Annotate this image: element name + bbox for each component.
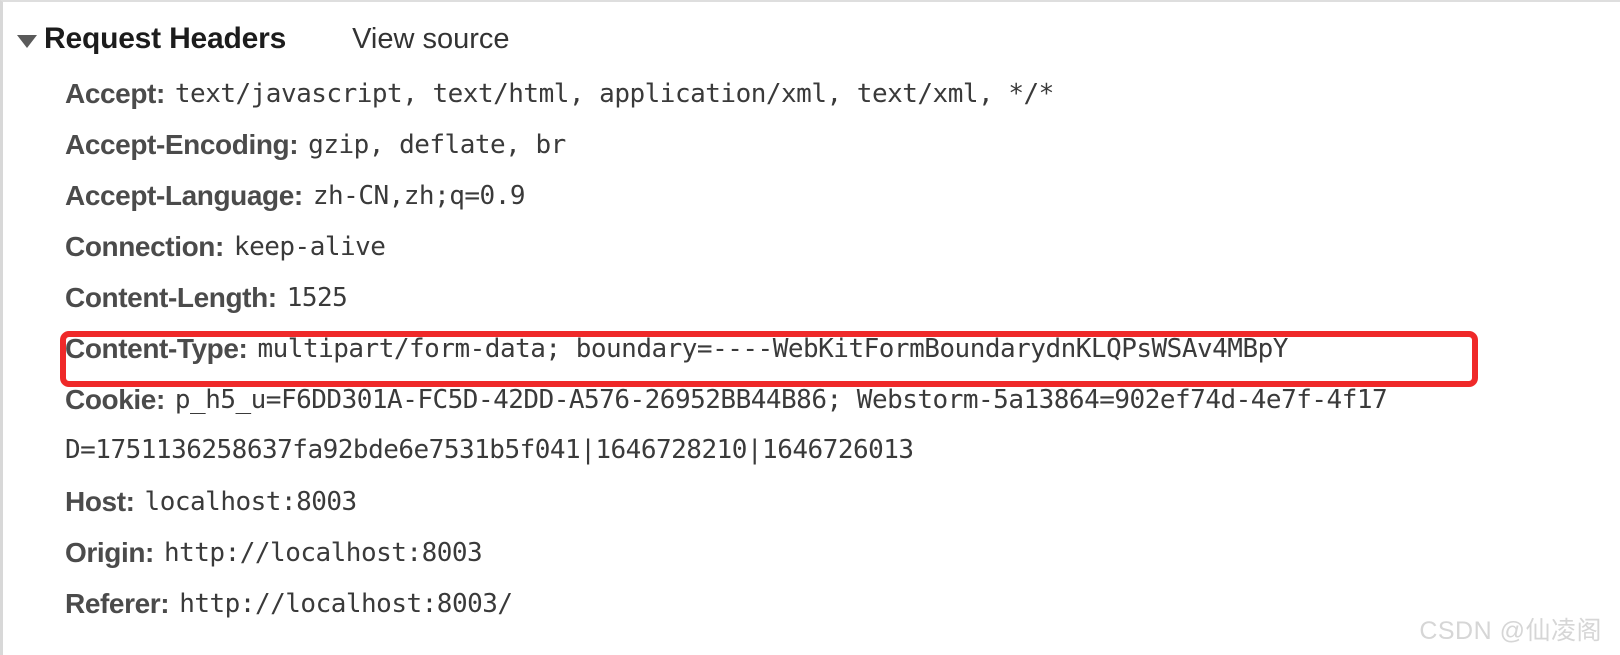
header-row-cookie[interactable]: Cookie: p_h5_u=F6DD301A-FC5D-42DD-A576-2… (65, 380, 1620, 482)
header-value: multipart/form-data; boundary=----WebKit… (257, 334, 1288, 364)
header-name: Host: (65, 486, 135, 517)
page-title: Request Headers (44, 22, 287, 55)
header-value: text/javascript, text/html, application/… (174, 79, 1054, 109)
header-row-content-type[interactable]: Content-Type: multipart/form-data; bound… (65, 329, 1620, 380)
header-row-content-length[interactable]: Content-Length: 1525 (65, 278, 1620, 329)
header-name: Accept-Language: (65, 180, 303, 211)
header-value: 1525 (286, 283, 348, 313)
request-headers-section-header[interactable]: Request Headers View source (17, 18, 510, 60)
header-row-accept-encoding[interactable]: Accept-Encoding: gzip, deflate, br (65, 125, 1620, 176)
header-name: Origin: (65, 537, 154, 568)
headers-list: Accept: text/javascript, text/html, appl… (65, 74, 1620, 635)
header-value: keep-alive (233, 232, 386, 262)
header-value: http://localhost:8003 (163, 538, 483, 568)
header-row-accept[interactable]: Accept: text/javascript, text/html, appl… (65, 74, 1620, 125)
watermark: CSDN @仙凌阁 (1419, 617, 1602, 645)
header-row-referer[interactable]: Referer: http://localhost:8003/ (65, 584, 1620, 635)
header-row-accept-language[interactable]: Accept-Language: zh-CN,zh;q=0.9 (65, 176, 1620, 227)
chevron-down-icon[interactable] (17, 34, 37, 48)
header-row-origin[interactable]: Origin: http://localhost:8003 (65, 533, 1620, 584)
header-name: Accept: (65, 78, 165, 109)
request-headers-panel: Request Headers View source Accept: text… (0, 0, 1620, 655)
header-value: p_h5_u=F6DD301A-FC5D-42DD-A576-26952BB44… (174, 385, 1388, 415)
header-name: Accept-Encoding: (65, 129, 299, 160)
header-value: http://localhost:8003/ (179, 589, 513, 619)
header-value: gzip, deflate, br (308, 130, 566, 160)
header-row-connection[interactable]: Connection: keep-alive (65, 227, 1620, 278)
header-value-continuation: D=1751136258637fa92bde6e7531b5f041|16467… (65, 435, 914, 465)
header-value: localhost:8003 (144, 487, 358, 517)
header-name: Content-Length: (65, 282, 277, 313)
header-row-host[interactable]: Host: localhost:8003 (65, 482, 1620, 533)
header-value: zh-CN,zh;q=0.9 (312, 181, 526, 211)
header-name: Referer: (65, 588, 170, 619)
header-name: Connection: (65, 231, 224, 262)
view-source-link[interactable]: View source (352, 23, 509, 56)
header-name: Content-Type: (65, 333, 248, 364)
header-name: Cookie: (65, 384, 165, 415)
